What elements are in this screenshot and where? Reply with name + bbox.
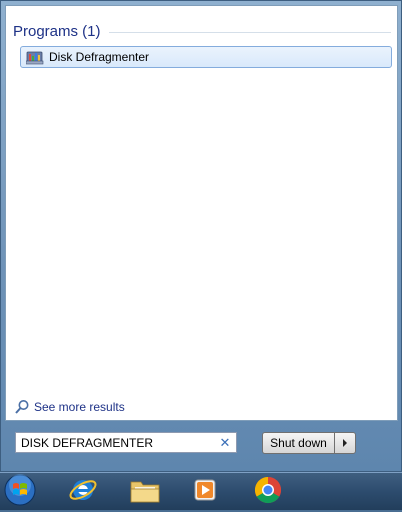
taskbar: [0, 472, 402, 510]
see-more-results-label: See more results: [34, 400, 125, 414]
start-button[interactable]: [3, 473, 37, 512]
search-results-pane: Programs (1) Disk Defragmenter See more …: [5, 5, 398, 421]
taskbar-internet-explorer[interactable]: [66, 475, 100, 509]
shutdown-split-button: Shut down: [262, 432, 356, 454]
media-player-icon: [191, 476, 219, 509]
see-more-results-link[interactable]: See more results: [14, 398, 125, 416]
taskbar-chrome[interactable]: [251, 475, 285, 509]
chrome-icon: [253, 475, 283, 510]
search-box[interactable]: ✕: [15, 432, 237, 453]
taskbar-media-player[interactable]: [188, 475, 222, 509]
windows-orb-icon: [3, 473, 37, 512]
search-icon: [14, 399, 30, 415]
disk-defragmenter-icon: [25, 49, 44, 65]
shutdown-options-button[interactable]: [334, 432, 356, 454]
section-divider: [108, 31, 391, 33]
result-item-disk-defragmenter[interactable]: Disk Defragmenter: [20, 46, 392, 68]
arrow-right-icon: [342, 434, 348, 452]
section-title: Programs (1): [13, 22, 101, 40]
shutdown-button[interactable]: Shut down: [262, 432, 334, 454]
programs-section-header: Programs (1): [13, 21, 391, 41]
start-menu: Programs (1) Disk Defragmenter See more …: [0, 0, 402, 472]
search-input[interactable]: [21, 435, 218, 450]
taskbar-file-explorer[interactable]: [128, 475, 162, 509]
folder-icon: [129, 476, 161, 509]
result-item-label: Disk Defragmenter: [49, 50, 150, 64]
internet-explorer-icon: [68, 475, 98, 510]
clear-icon[interactable]: ✕: [218, 435, 232, 450]
